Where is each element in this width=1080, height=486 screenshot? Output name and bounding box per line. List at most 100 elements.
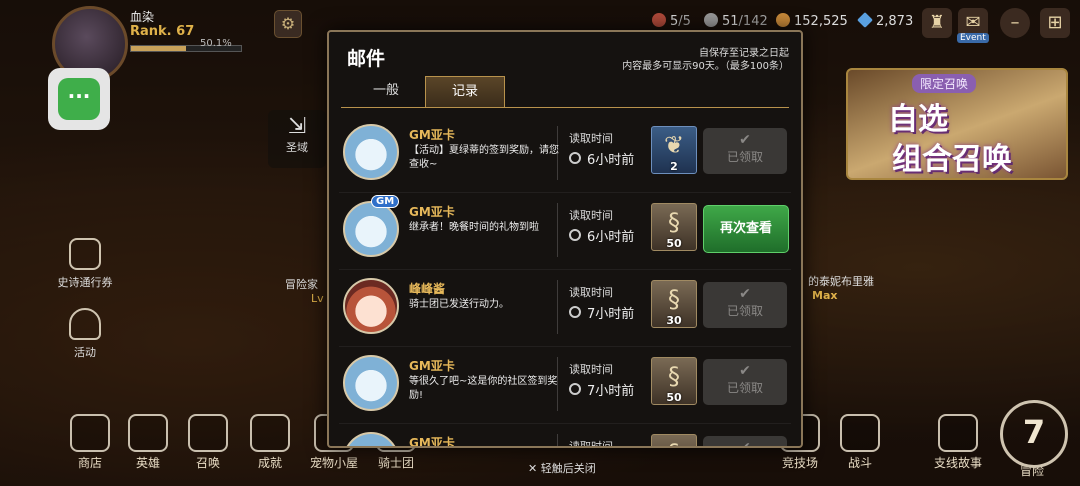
nav-item-3[interactable]: 成就 (240, 414, 300, 471)
stamina-icon: § (668, 285, 680, 313)
nav-item-2[interactable]: 召唤 (178, 414, 238, 471)
gear-icon[interactable]: ⚙ (274, 10, 302, 38)
resource-value: 2,873 (876, 14, 914, 29)
mail-message: 继承者！晚餐时间的礼物到啦 (409, 222, 539, 233)
sender-avatar (343, 201, 399, 257)
read-time-label: 读取时间 (569, 209, 613, 222)
clock-icon (569, 306, 581, 318)
player-rank: Rank. 67 (130, 24, 195, 39)
hero-name: 的泰妮布里雅 (808, 275, 874, 288)
claimed-label: 已领取 (726, 381, 763, 395)
reward-item[interactable]: ❦ 2 (651, 126, 697, 174)
clock-icon (569, 229, 581, 241)
claimed-button[interactable]: ✔ (703, 436, 787, 446)
mail-dialog: 邮件 自保存至记录之日起 内容最多可显示90天。（最多100条） 一般 记录 G… (327, 30, 803, 448)
mail-note-line2: 内容最多可显示90天。（最多100条） (622, 61, 789, 72)
epic-pass-button[interactable]: 史诗通行券 (55, 238, 115, 290)
nav-item-label: 战斗 (847, 456, 872, 470)
reward-item[interactable]: § 50 (651, 357, 697, 405)
row-separator (557, 357, 558, 411)
resource-gold[interactable]: 152,525 (776, 13, 848, 29)
read-time-value: 7小时前 (587, 384, 635, 399)
nav-item-7[interactable]: 战斗 (830, 414, 890, 471)
mail-message: 【活动】夏绿蒂的签到奖励，请您查收~ (409, 145, 559, 170)
event-label: Event (957, 33, 989, 43)
clock-icon (569, 383, 581, 395)
resource-value: 51 (722, 14, 739, 29)
banner-tag: 限定召唤 (912, 74, 977, 93)
reward-item[interactable]: § (651, 434, 697, 446)
claimed-button[interactable]: ✔ 已领取 (703, 282, 787, 328)
book-icon (938, 414, 978, 452)
nav-item-8[interactable]: 支线故事 (928, 414, 988, 471)
reward-item[interactable]: § 30 (651, 280, 697, 328)
read-time-value: 6小时前 (587, 230, 635, 245)
pass-icon (69, 238, 101, 270)
reward-quantity: 50 (666, 391, 682, 404)
activity-button[interactable]: 活动 (55, 308, 115, 360)
mail-row[interactable]: GM亚卡 读取时间 § ✔ (339, 424, 791, 448)
epic-pass-label: 史诗通行券 (57, 276, 113, 289)
mail-list[interactable]: GM亚卡 【活动】夏绿蒂的签到奖励，请您查收~ 读取时间 6小时前 ❦ 2 ✔ 已领取 GM GM… (339, 116, 791, 448)
gm-badge: GM (371, 195, 400, 208)
floating-chat-button[interactable]: ··· (48, 68, 110, 130)
read-time-label: 读取时间 (569, 363, 613, 376)
tab-records[interactable]: 记录 (425, 76, 505, 108)
summon-icon (188, 414, 228, 452)
feather-icon: ❦ (663, 131, 685, 159)
sender-avatar (343, 278, 399, 334)
tab-divider (341, 107, 789, 108)
chat-bubble-icon[interactable]: – (1000, 8, 1030, 38)
claimed-button[interactable]: ✔ 已领取 (703, 128, 787, 174)
sender-name: GM亚卡 (409, 128, 455, 142)
banner-title-1: 自选 (888, 102, 948, 137)
coin-icon (704, 13, 718, 27)
reward-item[interactable]: § 50 (651, 203, 697, 251)
nav-item-label: 骑士团 (377, 456, 414, 470)
mail-row[interactable]: GM亚卡 等很久了吧~这是你的社区签到奖励! 读取时间 7小时前 § 50 ✔ 已领取 (339, 347, 791, 424)
nav-item-label: 成就 (257, 456, 282, 470)
claimed-button[interactable]: ✔ 已领取 (703, 359, 787, 405)
sender-name: 峰峰酱 (409, 282, 446, 296)
scroll-icon (250, 414, 290, 452)
holy-land-button[interactable]: ⇲ 圣域 (268, 110, 326, 168)
mail-row[interactable]: GM亚卡 【活动】夏绿蒂的签到奖励，请您查收~ 读取时间 6小时前 ❦ 2 ✔ 已领取 (339, 116, 791, 193)
resource-crystal[interactable]: 2,873 (857, 12, 914, 29)
mail-row[interactable]: 峰峰酱 骑士团已发送行动力。 读取时间 7小时前 § 30 ✔ 已领取 (339, 270, 791, 347)
read-time-value: 7小时前 (587, 307, 635, 322)
read-time-label: 读取时间 (569, 440, 613, 448)
clock-icon (569, 152, 581, 164)
hero-max: Max (812, 289, 838, 302)
guild-icon[interactable]: ♜ (922, 8, 952, 38)
mail-message: 骑士团已发送行动力。 (409, 299, 509, 310)
check-icon: ✔ (739, 363, 751, 379)
nav-item-label: 支线故事 (933, 456, 982, 470)
scale-icon (70, 414, 110, 452)
view-again-button[interactable]: 再次查看 (703, 205, 789, 253)
menu-grid-icon[interactable]: ⊞ (1040, 8, 1070, 38)
mail-row[interactable]: GM GM亚卡 继承者！晚餐时间的礼物到啦 读取时间 6小时前 § 50 再次查看 (339, 193, 791, 270)
reward-quantity: 30 (666, 314, 682, 327)
bell-icon (69, 308, 101, 340)
activity-label: 活动 (74, 346, 96, 359)
read-time-value: 6小时前 (587, 153, 635, 168)
claimed-label: 已领取 (726, 304, 763, 318)
read-time-label: 读取时间 (569, 286, 613, 299)
tab-general[interactable]: 一般 (347, 76, 425, 106)
nav-item-0[interactable]: 商店 (60, 414, 120, 471)
close-hint[interactable]: ✕ 轻触后关闭 (528, 460, 596, 476)
reward-quantity: 50 (666, 237, 682, 250)
resource-value: 152,525 (794, 14, 848, 29)
sender-avatar (343, 124, 399, 180)
stamina-icon: § (668, 362, 680, 390)
row-separator (557, 203, 558, 257)
row-separator (557, 126, 558, 180)
summon-banner[interactable]: 限定召唤 自选 组合召唤 (846, 68, 1068, 180)
resource-stamina-a[interactable]: 5/5 (652, 13, 691, 29)
resource-stamina-b[interactable]: 51/142 (704, 13, 768, 29)
resource-max: /5 (678, 14, 691, 29)
row-separator (557, 434, 558, 446)
stamina-icon: § (652, 439, 696, 446)
nav-item-1[interactable]: 英雄 (118, 414, 178, 471)
adventure-seven-icon[interactable]: 7 (1000, 400, 1068, 468)
